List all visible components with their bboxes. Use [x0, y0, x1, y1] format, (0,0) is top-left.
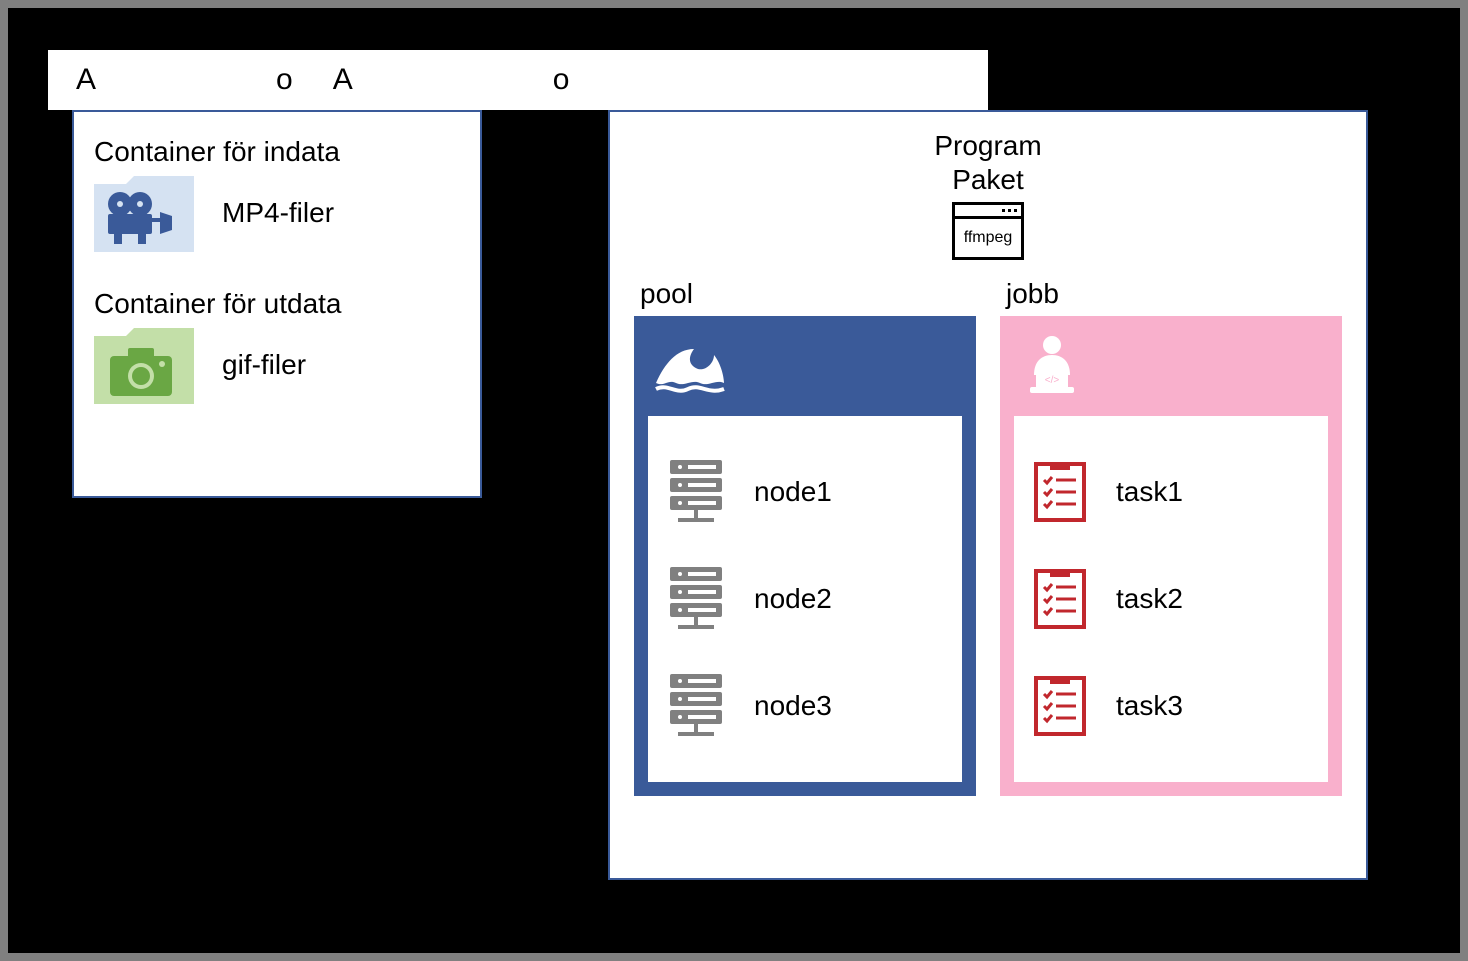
jobb-item: task2 — [1034, 569, 1308, 629]
checklist-icon — [1034, 676, 1086, 736]
svg-text:</>: </> — [1045, 375, 1060, 386]
header-left-a: A — [76, 63, 96, 97]
jobb-item-label: task1 — [1116, 476, 1183, 508]
jobb-item-label: task2 — [1116, 583, 1183, 615]
jobb-column: jobb </> — [1000, 278, 1342, 796]
jobb-box: </> task1 — [1000, 316, 1342, 796]
jobb-item-label: task3 — [1116, 690, 1183, 722]
utdata-section: Container för utdata gif-filer — [94, 288, 460, 404]
server-icon — [668, 674, 724, 738]
pool-item-label: node1 — [754, 476, 832, 508]
utdata-files: gif-filer — [222, 349, 306, 381]
server-icon — [668, 567, 724, 631]
indata-section: Container för indata — [94, 136, 460, 252]
header-mid-o: o — [553, 63, 570, 97]
program-block: Program Paket ffmpeg — [634, 130, 1342, 260]
header-mid-a: A — [333, 63, 353, 97]
header-left-o: o — [276, 63, 293, 97]
package-name: ffmpeg — [955, 219, 1021, 257]
checklist-icon — [1034, 462, 1086, 522]
indata-label: Container för indata — [94, 136, 460, 168]
diagram-canvas: A o A o Container för indata — [8, 8, 1460, 953]
checklist-icon — [1034, 569, 1086, 629]
indata-files: MP4-filer — [222, 197, 334, 229]
pool-item-label: node3 — [754, 690, 832, 722]
pool-column: pool node1 — [634, 278, 976, 796]
package-icon: ffmpeg — [952, 202, 1024, 260]
pool-item: node2 — [668, 567, 942, 631]
folder-video-icon — [94, 174, 194, 252]
jobb-items: task1 task2 task3 — [1014, 416, 1328, 782]
pool-title: pool — [640, 278, 976, 310]
jobb-item: task3 — [1034, 676, 1308, 736]
jobb-title: jobb — [1006, 278, 1342, 310]
program-title-1: Program — [934, 130, 1041, 162]
person-laptop-icon: </> — [1014, 330, 1328, 398]
jobb-item: task1 — [1034, 462, 1308, 522]
wave-icon — [648, 330, 962, 398]
pool-item: node1 — [668, 460, 942, 524]
pool-item-label: node2 — [754, 583, 832, 615]
storage-box: Container för indata — [72, 110, 482, 498]
program-title-2: Paket — [952, 164, 1024, 196]
pool-items: node1 node2 node3 — [648, 416, 962, 782]
folder-camera-icon — [94, 326, 194, 404]
batch-box: Program Paket ffmpeg pool — [608, 110, 1368, 880]
utdata-label: Container för utdata — [94, 288, 460, 320]
pool-box: node1 node2 node3 — [634, 316, 976, 796]
pool-item: node3 — [668, 674, 942, 738]
header-bar: A o A o — [48, 50, 988, 110]
server-icon — [668, 460, 724, 524]
